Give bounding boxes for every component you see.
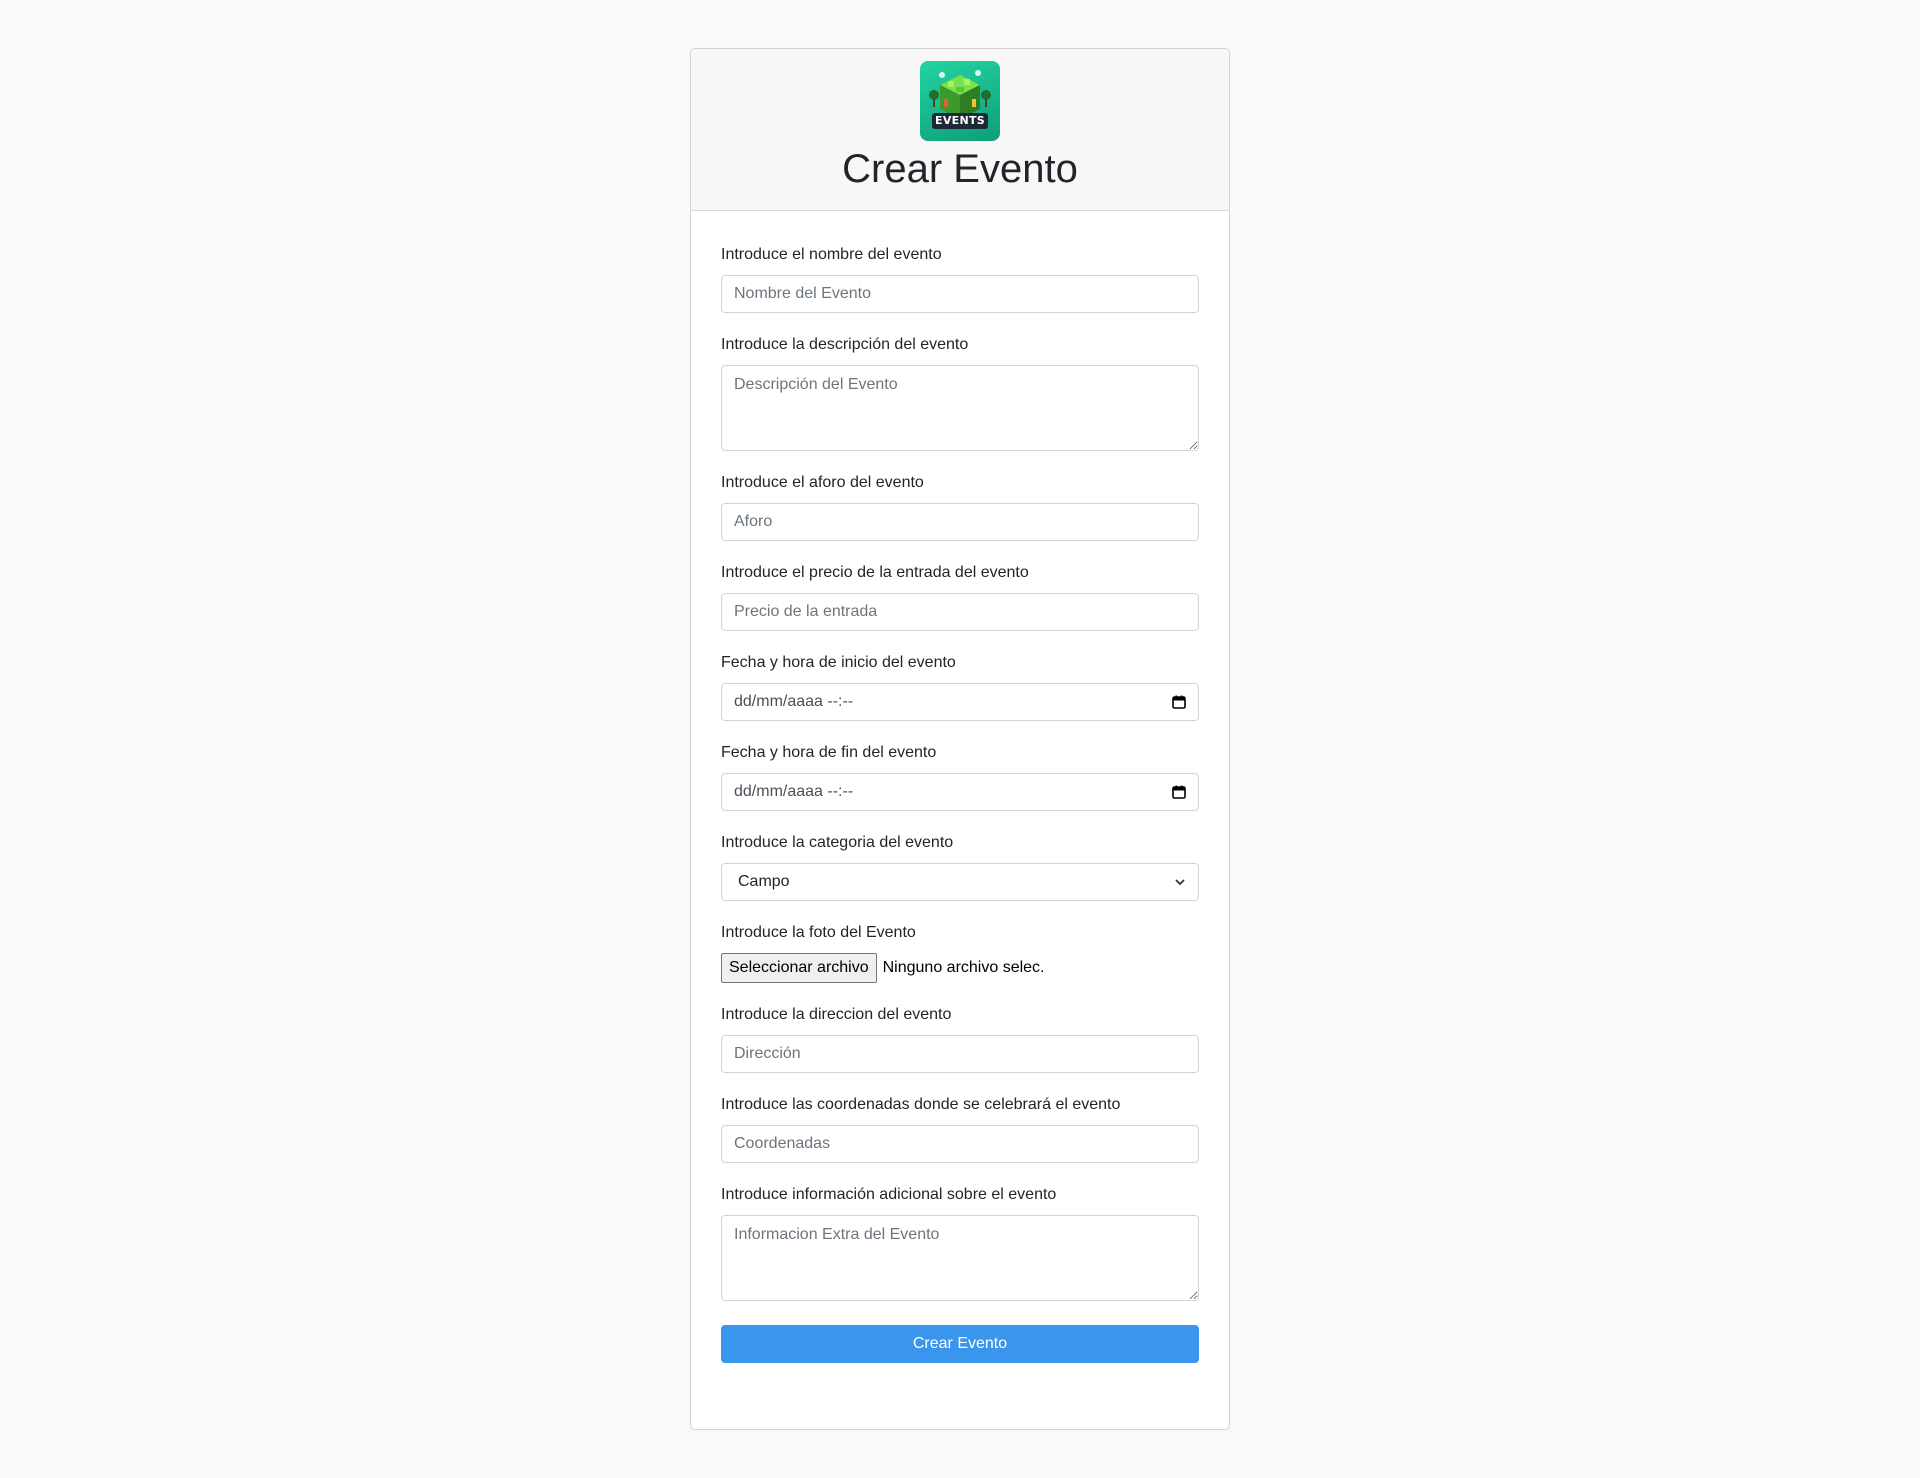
- ticket-price-input[interactable]: [721, 593, 1199, 631]
- create-event-button[interactable]: Crear Evento: [721, 1325, 1199, 1363]
- photo-label: Introduce la foto del Evento: [721, 924, 916, 941]
- start-datetime-input[interactable]: dd/mm/aaaa --:--: [721, 683, 1199, 721]
- choose-file-button[interactable]: Seleccionar archivo: [721, 953, 877, 983]
- event-capacity-input[interactable]: [721, 503, 1199, 541]
- photo-group: Introduce la foto del Evento Seleccionar…: [721, 923, 1199, 983]
- price-group: Introduce el precio de la entrada del ev…: [721, 563, 1199, 631]
- price-label: Introduce el precio de la entrada del ev…: [721, 564, 1029, 581]
- start-datetime-label: Fecha y hora de inicio del evento: [721, 654, 956, 671]
- calendar-icon[interactable]: [1172, 785, 1186, 799]
- address-group: Introduce la direccion del evento: [721, 1005, 1199, 1073]
- create-event-card: EVENTS Crear Evento Introduce el nombre …: [690, 48, 1230, 1430]
- chevron-down-icon: [1175, 879, 1185, 886]
- capacity-label: Introduce el aforo del evento: [721, 474, 924, 491]
- logo-text: EVENTS: [935, 114, 985, 127]
- coordinates-group: Introduce las coordenadas donde se celeb…: [721, 1095, 1199, 1163]
- end-datetime-value: dd/mm/aaaa --:--: [734, 783, 854, 800]
- card-header: EVENTS Crear Evento: [691, 49, 1229, 211]
- category-label: Introduce la categoria del evento: [721, 834, 954, 851]
- address-input[interactable]: [721, 1035, 1199, 1073]
- description-group: Introduce la descripción del evento: [721, 335, 1199, 451]
- extra-info-textarea[interactable]: [721, 1215, 1199, 1301]
- start-datetime-value: dd/mm/aaaa --:--: [734, 693, 854, 710]
- event-name-input[interactable]: [721, 275, 1199, 313]
- extra-info-group: Introduce información adicional sobre el…: [721, 1185, 1199, 1301]
- photo-file-input: Seleccionar archivo Ninguno archivo sele…: [721, 953, 1199, 983]
- end-datetime-input[interactable]: dd/mm/aaaa --:--: [721, 773, 1199, 811]
- category-group: Introduce la categoria del evento Campo: [721, 833, 1199, 901]
- category-selected-value: Campo: [738, 873, 790, 890]
- address-label: Introduce la direccion del evento: [721, 1006, 952, 1023]
- file-status-text: Ninguno archivo selec.: [882, 959, 1045, 976]
- end-datetime-label: Fecha y hora de fin del evento: [721, 744, 937, 761]
- events-logo: EVENTS: [920, 61, 1000, 141]
- coordinates-label: Introduce las coordenadas donde se celeb…: [721, 1096, 1121, 1113]
- capacity-group: Introduce el aforo del evento: [721, 473, 1199, 541]
- extra-info-label: Introduce información adicional sobre el…: [721, 1186, 1057, 1203]
- coordinates-input[interactable]: [721, 1125, 1199, 1163]
- name-label: Introduce el nombre del evento: [721, 246, 942, 263]
- description-label: Introduce la descripción del evento: [721, 336, 969, 353]
- page-title: Crear Evento: [842, 147, 1078, 191]
- category-select[interactable]: Campo: [721, 863, 1199, 901]
- end-datetime-group: Fecha y hora de fin del evento dd/mm/aaa…: [721, 743, 1199, 811]
- event-form: Introduce el nombre del evento Introduce…: [691, 211, 1229, 1363]
- name-group: Introduce el nombre del evento: [721, 245, 1199, 313]
- event-description-textarea[interactable]: [721, 365, 1199, 451]
- start-datetime-group: Fecha y hora de inicio del evento dd/mm/…: [721, 653, 1199, 721]
- calendar-icon[interactable]: [1172, 695, 1186, 709]
